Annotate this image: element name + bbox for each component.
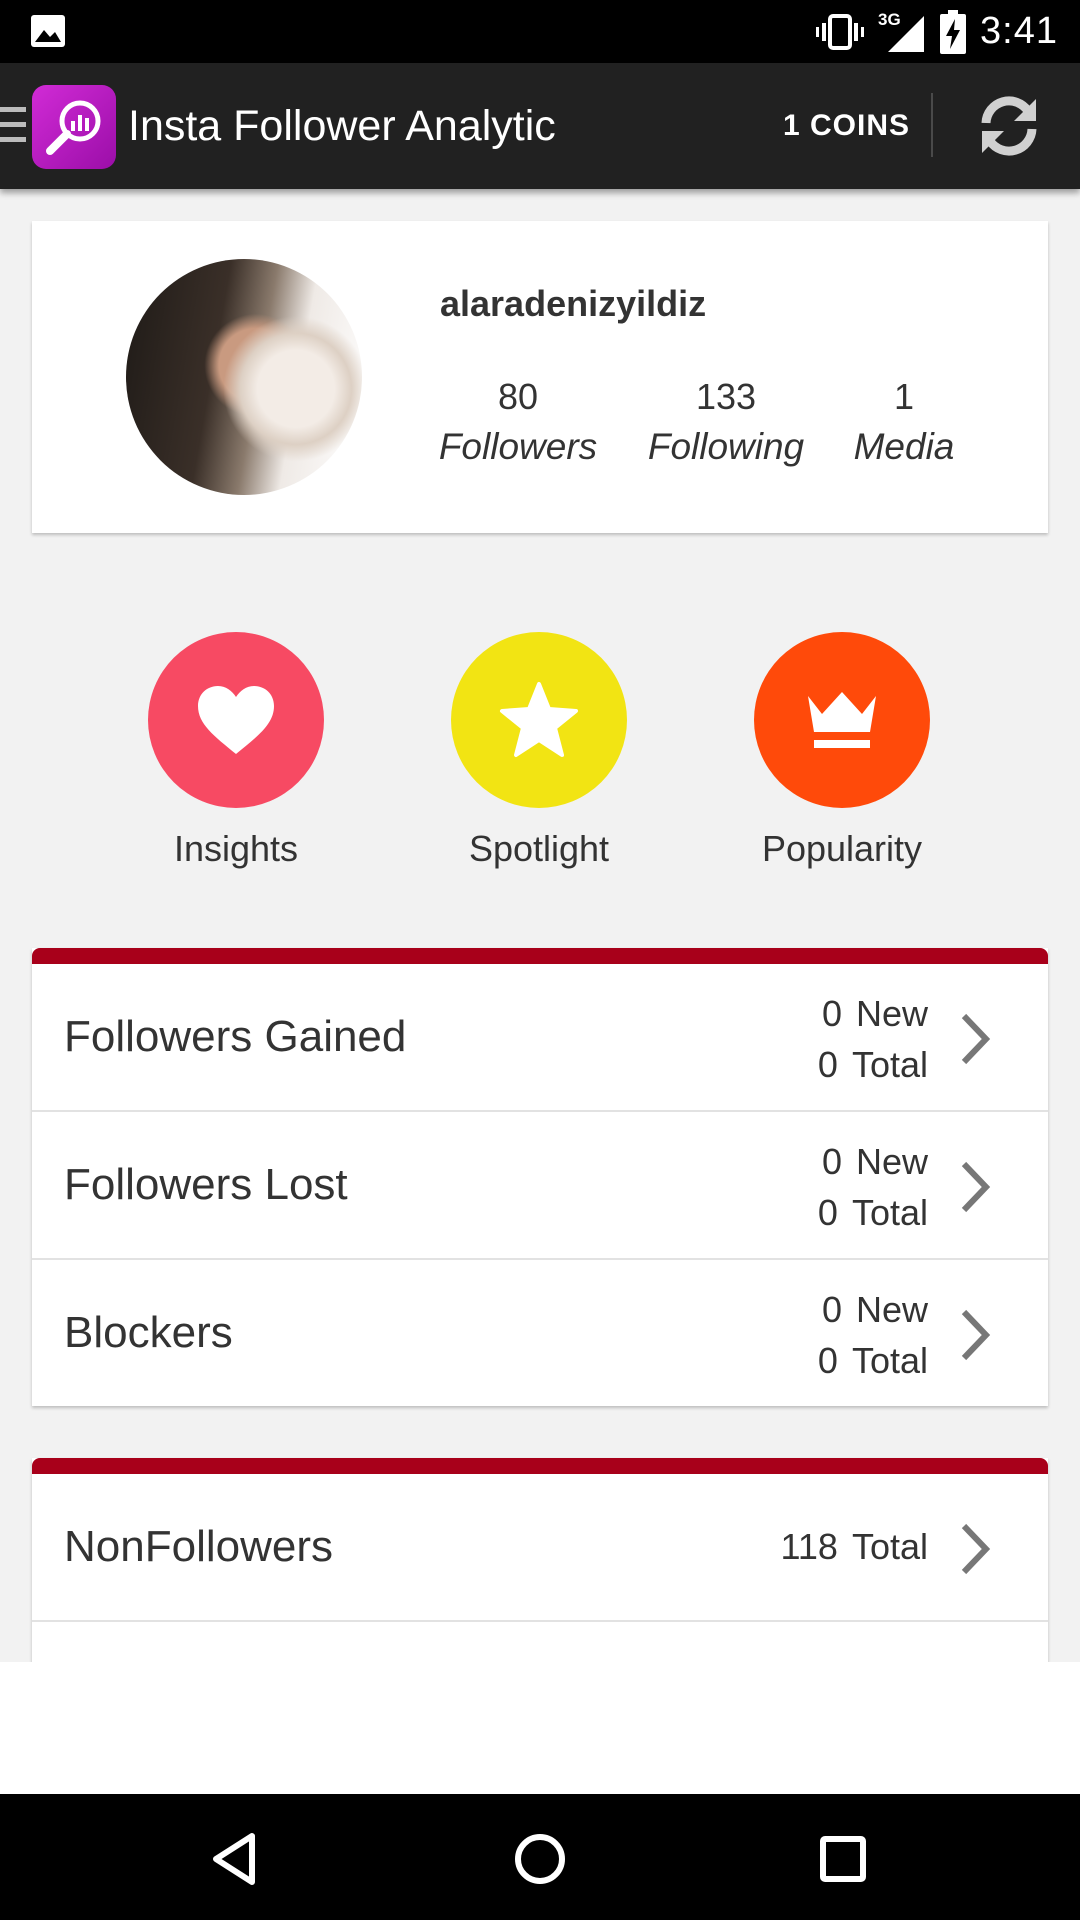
vibrate-icon [816, 13, 865, 50]
insights-button[interactable]: Insights [148, 632, 324, 870]
nonfollowers-section: NonFollowers 118 Total [32, 1458, 1048, 1662]
stat-following[interactable]: 133 Following [636, 376, 816, 468]
spotlight-label: Spotlight [468, 828, 610, 869]
list-item-nonfollowers[interactable]: NonFollowers 118 Total [32, 1474, 1048, 1622]
new-count: 0 [821, 1289, 842, 1330]
insights-label: Insights [173, 828, 299, 869]
total-label: Total [851, 1192, 928, 1233]
nav-drawer-icon[interactable] [0, 107, 26, 147]
followers-count: 80 [497, 376, 539, 417]
image-notification-icon [31, 15, 65, 47]
star-icon [500, 682, 578, 757]
username: alaradenizyildiz [440, 283, 707, 324]
insights-circle [148, 632, 324, 808]
total-count: 0 [817, 1192, 838, 1233]
followers-label: Followers [438, 426, 598, 467]
row-counts: 0 New 0 Total [818, 1284, 928, 1386]
new-count: 0 [821, 1141, 842, 1182]
new-label: New [855, 1141, 928, 1182]
signal-icon: 3G [878, 10, 926, 54]
app-title: Insta Follower Analytic [128, 102, 556, 150]
total-count: 0 [817, 1044, 838, 1085]
section-accent-bar [32, 948, 1048, 964]
followers-section: Followers Gained 0 New 0 Total Followers L… [32, 948, 1048, 1406]
status-bar: 3G 3:41 [0, 0, 1080, 63]
total-label: Total [851, 1526, 928, 1567]
back-icon[interactable] [200, 1824, 270, 1894]
popularity-circle [754, 632, 930, 808]
refresh-icon[interactable] [974, 91, 1044, 161]
popularity-label: Popularity [761, 828, 923, 869]
clock: 3:41 [980, 10, 1058, 52]
total-count: 0 [817, 1340, 838, 1381]
following-label: Following [647, 426, 805, 467]
chevron-right-icon [961, 1309, 991, 1361]
total-count: 118 [780, 1526, 838, 1567]
list-item-followers-gained[interactable]: Followers Gained 0 New 0 Total [32, 964, 1048, 1112]
row-counts: 118 Total [781, 1474, 928, 1620]
system-nav-bar [0, 1794, 1080, 1920]
media-count: 1 [893, 376, 915, 417]
new-label: New [855, 1289, 928, 1330]
stat-media[interactable]: 1 Media [814, 376, 994, 468]
list-item-followers-lost[interactable]: Followers Lost 0 New 0 Total [32, 1112, 1048, 1260]
total-label: Total [851, 1044, 928, 1085]
new-label: New [855, 993, 928, 1034]
row-label: Followers Gained [64, 1012, 407, 1061]
spotlight-button[interactable]: Spotlight [451, 632, 627, 870]
spotlight-circle [451, 632, 627, 808]
action-bar: Insta Follower Analytic 1 COINS [0, 63, 1080, 189]
media-label: Media [853, 426, 955, 467]
profile-card: alaradenizyildiz 80 Followers 133 Follow… [32, 221, 1048, 533]
coins-button[interactable]: 1 COINS [783, 63, 910, 189]
row-counts: 0 New 0 Total [818, 988, 928, 1090]
avatar[interactable] [126, 259, 362, 495]
popularity-button[interactable]: Popularity [754, 632, 930, 870]
battery-charging-icon [940, 9, 967, 54]
crown-icon [808, 692, 876, 748]
chevron-right-icon [961, 1013, 991, 1065]
home-icon[interactable] [505, 1824, 575, 1894]
heart-icon [198, 686, 274, 754]
row-label: Followers Lost [64, 1160, 348, 1209]
chevron-right-icon [961, 1161, 991, 1213]
new-count: 0 [821, 993, 842, 1034]
app-logo-icon[interactable] [32, 85, 116, 169]
total-label: Total [851, 1340, 928, 1381]
screen: 3G 3:41 Insta Follower Analytic 1 COINS … [0, 0, 1080, 1920]
row-label: Blockers [64, 1308, 233, 1357]
stat-followers[interactable]: 80 Followers [428, 376, 608, 468]
action-bar-divider [931, 93, 933, 157]
following-count: 133 [695, 376, 757, 417]
list-item-blockers[interactable]: Blockers 0 New 0 Total [32, 1260, 1048, 1406]
row-label: NonFollowers [64, 1522, 333, 1571]
content-bottom-area [0, 1662, 1080, 1794]
row-counts: 0 New 0 Total [818, 1136, 928, 1238]
chevron-right-icon [961, 1523, 991, 1575]
recents-icon[interactable] [808, 1824, 878, 1894]
section-accent-bar [32, 1458, 1048, 1474]
